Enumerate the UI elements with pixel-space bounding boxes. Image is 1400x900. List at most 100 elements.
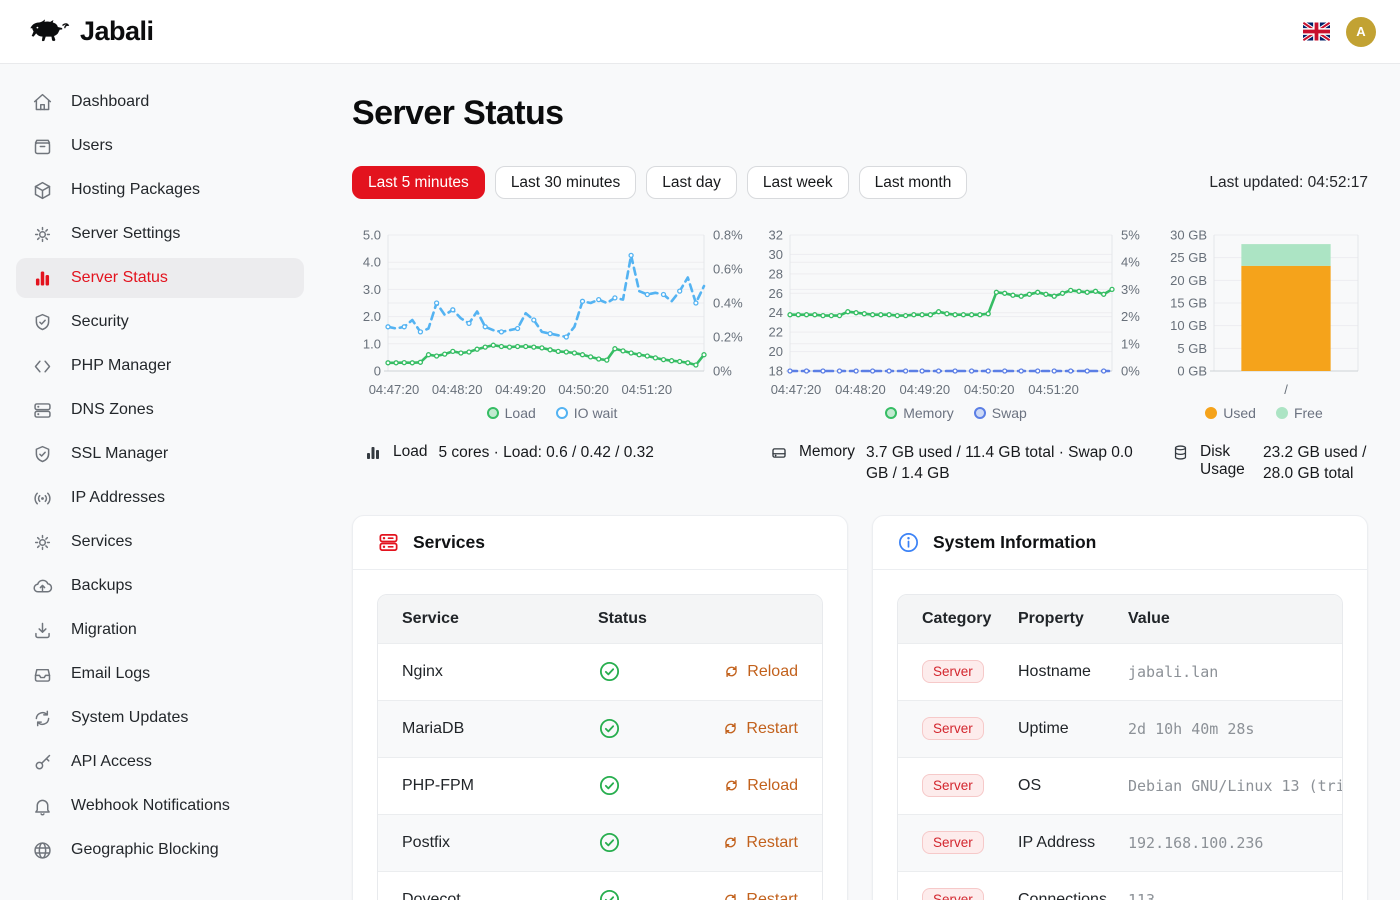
user-avatar[interactable]: A: [1346, 17, 1376, 47]
svg-text:/: /: [1284, 382, 1288, 397]
svg-text:30 GB: 30 GB: [1170, 228, 1207, 243]
sidebar-item-php-manager[interactable]: PHP Manager: [16, 346, 304, 386]
sidebar-item-server-settings[interactable]: Server Settings: [16, 214, 304, 254]
charts-row: 5.04.03.02.01.000.8%0.6%0.4%0.2%0%04:47:…: [352, 223, 1368, 421]
status-ok-icon: [592, 660, 712, 683]
sidebar-item-geographic-blocking[interactable]: Geographic Blocking: [16, 830, 304, 870]
service-action-button[interactable]: Reload: [723, 663, 798, 681]
brand-logo[interactable]: Jabali: [24, 16, 154, 47]
property-value: 2d 10h 40m 28s: [1128, 720, 1342, 738]
card-title: System Information: [933, 532, 1096, 553]
filter-last-week[interactable]: Last week: [747, 166, 849, 199]
status-ok-icon: [592, 831, 712, 854]
bar-chart-icon: [32, 267, 54, 289]
table-header-row: Category Property Value: [898, 595, 1342, 643]
sidebar-item-webhook-notifications[interactable]: Webhook Notifications: [16, 786, 304, 826]
memory-chart-legend: MemorySwap: [885, 405, 1027, 421]
property-value: jabali.lan: [1128, 663, 1342, 681]
filter-last-day[interactable]: Last day: [646, 166, 737, 199]
page-title: Server Status: [352, 94, 1368, 133]
disk-chart-block: 30 GB25 GB20 GB15 GB10 GB5 GB0 GB/ UsedF…: [1160, 223, 1368, 421]
sidebar-item-dns-zones[interactable]: DNS Zones: [16, 390, 304, 430]
svg-text:2.0: 2.0: [363, 309, 381, 324]
sidebar-item-users[interactable]: Users: [16, 126, 304, 166]
summary-value: 3.7 GB used / 11.4 GB total · Swap 0.0 G…: [866, 443, 1154, 485]
services-card-header: Services: [353, 516, 847, 570]
legend-swatch: [1276, 407, 1288, 419]
svg-text:0%: 0%: [1121, 364, 1140, 379]
service-action-button[interactable]: Restart: [722, 891, 798, 900]
sidebar-item-server-status[interactable]: Server Status: [16, 258, 304, 298]
swap-legend-item: Swap: [974, 405, 1027, 421]
disk-chart: 30 GB25 GB20 GB15 GB10 GB5 GB0 GB/: [1160, 223, 1368, 403]
sidebar-item-security[interactable]: Security: [16, 302, 304, 342]
load-legend-item: Load: [487, 405, 536, 421]
time-filter-row: Last 5 minutes Last 30 minutes Last day …: [352, 166, 1368, 199]
table-row: Server OS Debian GNU/Linux 13 (trixie): [898, 757, 1342, 814]
sidebar-item-system-updates[interactable]: System Updates: [16, 698, 304, 738]
legend-swatch: [1205, 407, 1217, 419]
shield-check-icon: [32, 443, 54, 465]
service-action-button[interactable]: Restart: [722, 834, 798, 852]
table-row: PHP-FPM Reload: [378, 757, 822, 814]
svg-text:20 GB: 20 GB: [1170, 273, 1207, 288]
column-header: Value: [1128, 610, 1342, 628]
sidebar-item-label: SSL Manager: [71, 445, 168, 463]
filter-last-5-minutes[interactable]: Last 5 minutes: [352, 166, 485, 199]
system-information-table: Category Property Value Server Hostname …: [897, 594, 1343, 900]
svg-text:04:51:20: 04:51:20: [1028, 382, 1079, 397]
svg-text:0: 0: [374, 364, 381, 379]
svg-text:04:48:20: 04:48:20: [835, 382, 886, 397]
legend-swatch: [974, 407, 986, 419]
sidebar-nav: Dashboard Users Hosting Packages Server …: [0, 64, 320, 900]
svg-text:10 GB: 10 GB: [1170, 318, 1207, 333]
sidebar-item-email-logs[interactable]: Email Logs: [16, 654, 304, 694]
column-header: Service: [402, 610, 592, 628]
property-value: 192.168.100.236: [1128, 834, 1342, 852]
sidebar-item-services[interactable]: Services: [16, 522, 304, 562]
table-row: Server Uptime 2d 10h 40m 28s: [898, 700, 1342, 757]
sidebar-item-hosting-packages[interactable]: Hosting Packages: [16, 170, 304, 210]
sidebar-item-backups[interactable]: Backups: [16, 566, 304, 606]
summary-label: Load: [393, 443, 427, 461]
load-chart: 5.04.03.02.01.000.8%0.6%0.4%0.2%0%04:47:…: [352, 223, 752, 403]
property-name: OS: [1018, 777, 1128, 795]
service-action-button[interactable]: Reload: [723, 777, 798, 795]
table-row: Server IP Address 192.168.100.236: [898, 814, 1342, 871]
property-value: 113: [1128, 891, 1342, 900]
table-row: Postfix Restart: [378, 814, 822, 871]
sidebar-item-label: IP Addresses: [71, 489, 165, 507]
code-icon: [32, 355, 54, 377]
svg-text:5%: 5%: [1121, 228, 1140, 243]
sidebar-item-migration[interactable]: Migration: [16, 610, 304, 650]
cards-row: Services Service Status Nginx Reload: [352, 515, 1368, 900]
inbox-icon: [32, 663, 54, 685]
card-title: Services: [413, 532, 485, 553]
sidebar-item-ssl-manager[interactable]: SSL Manager: [16, 434, 304, 474]
sidebar-item-label: Webhook Notifications: [71, 797, 230, 815]
sidebar-item-ip-addresses[interactable]: IP Addresses: [16, 478, 304, 518]
cloud-upload-icon: [32, 575, 54, 597]
filter-last-month[interactable]: Last month: [859, 166, 968, 199]
sidebar-item-dashboard[interactable]: Dashboard: [16, 82, 304, 122]
svg-text:2%: 2%: [1121, 309, 1140, 324]
sidebar-item-label: Security: [71, 313, 129, 331]
svg-text:30: 30: [769, 247, 783, 262]
svg-text:26: 26: [769, 286, 783, 301]
sidebar-item-api-access[interactable]: API Access: [16, 742, 304, 782]
shield-check-icon: [32, 311, 54, 333]
svg-text:20: 20: [769, 344, 783, 359]
category-badge: Server: [922, 774, 984, 797]
home-icon: [32, 91, 54, 113]
svg-text:5 GB: 5 GB: [1177, 341, 1207, 356]
uk-flag-icon[interactable]: [1303, 22, 1330, 41]
svg-text:3%: 3%: [1121, 282, 1140, 297]
svg-text:1.0: 1.0: [363, 336, 381, 351]
summary-label: Memory: [799, 443, 855, 461]
service-action-button[interactable]: Restart: [722, 720, 798, 738]
io-wait-legend-item: IO wait: [556, 405, 618, 421]
svg-text:0.4%: 0.4%: [713, 296, 743, 311]
table-row: Dovecot Restart: [378, 871, 822, 900]
filter-last-30-minutes[interactable]: Last 30 minutes: [495, 166, 636, 199]
svg-text:18: 18: [769, 364, 783, 379]
